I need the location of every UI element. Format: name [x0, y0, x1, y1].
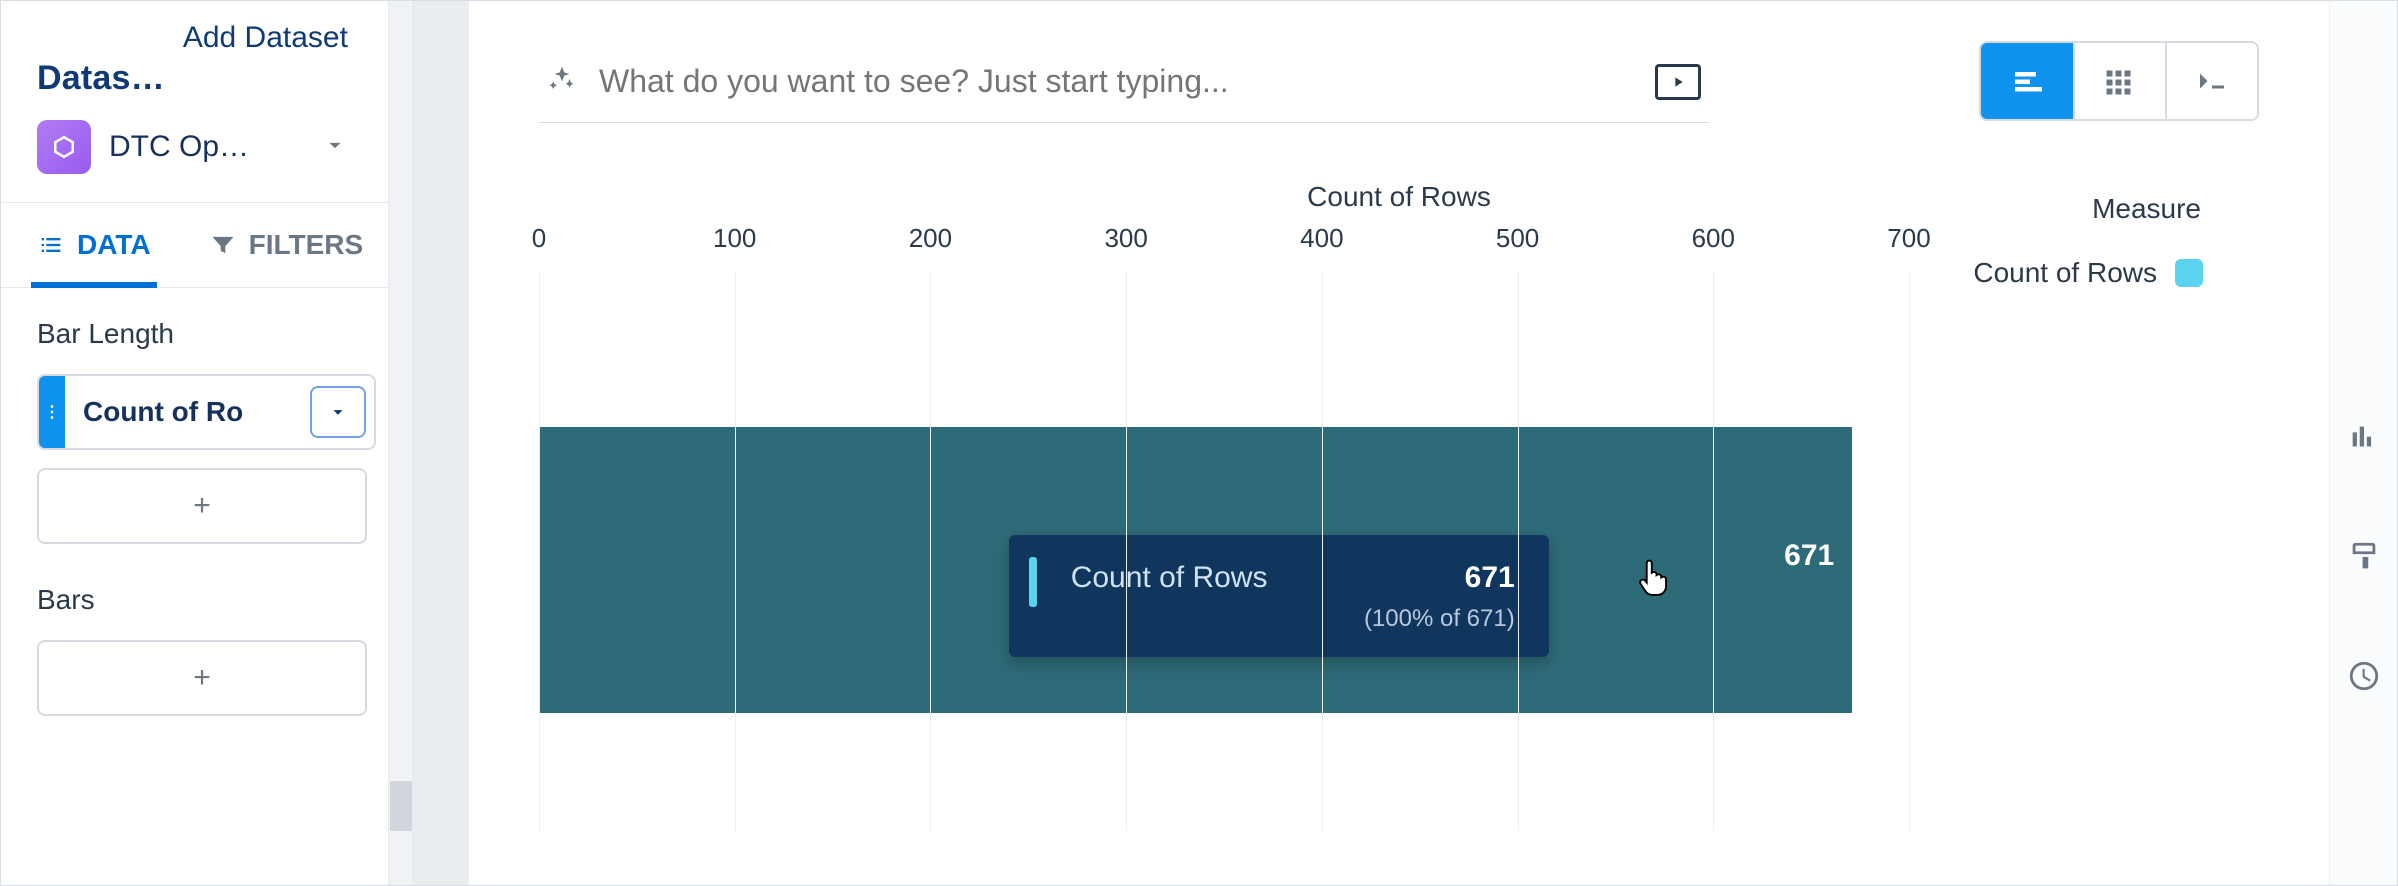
- tooltip-accent: [1029, 557, 1037, 607]
- tooltip-value: 671: [1465, 561, 1515, 595]
- canvas: Measure Count of Rows Count of Rows 0100…: [469, 1, 2329, 885]
- terminal-icon: [2194, 63, 2230, 99]
- sparkle-icon: [547, 64, 577, 99]
- add-bar-length-button[interactable]: +: [37, 468, 367, 544]
- bars-section: Bars +: [1, 554, 412, 726]
- chart-axis-title: Count of Rows: [539, 181, 2259, 213]
- grid-line: [1518, 271, 1519, 831]
- bar-chart-icon: [2347, 421, 2381, 455]
- chart-plot[interactable]: 671 Count of Rows 671 (100% of 671): [539, 271, 2259, 831]
- tab-filters[interactable]: FILTERS: [209, 203, 364, 287]
- datasets-heading: Datas…: [37, 19, 165, 98]
- tab-filters-label: FILTERS: [249, 229, 364, 261]
- add-bars-button[interactable]: +: [37, 640, 367, 716]
- grid-line: [1713, 271, 1714, 831]
- grid-line: [930, 271, 931, 831]
- axis-tick: 0: [532, 223, 546, 254]
- grid-line: [1126, 271, 1127, 831]
- axis-tick: 300: [1104, 223, 1147, 254]
- query-mode-button[interactable]: [2165, 43, 2257, 119]
- plus-icon: +: [193, 489, 211, 523]
- grid-line: [1909, 271, 1910, 831]
- format-button[interactable]: [2347, 540, 2381, 579]
- history-button[interactable]: [2347, 659, 2381, 698]
- canvas-wrap: Measure Count of Rows Count of Rows 0100…: [413, 1, 2397, 885]
- bar-length-title: Bar Length: [37, 318, 376, 350]
- tooltip-label: Count of Rows: [1071, 561, 1268, 595]
- bar-length-pill[interactable]: ⋮ Count of Ro: [37, 374, 376, 450]
- paint-roller-icon: [2347, 540, 2381, 574]
- bar-chart-icon: [2009, 63, 2045, 99]
- axis-tick: 500: [1496, 223, 1539, 254]
- bar-length-section: Bar Length ⋮ Count of Ro +: [1, 288, 412, 554]
- scroll-thumb[interactable]: [390, 781, 412, 831]
- sidebar-tabs: DATA FILTERS: [1, 202, 412, 288]
- run-query-button[interactable]: [1655, 64, 1701, 100]
- tab-data-label: DATA: [77, 229, 151, 261]
- x-axis: 0100200300400500600700: [539, 223, 2259, 267]
- grid-line: [735, 271, 736, 831]
- chart-area: Count of Rows 0100200300400500600700 671…: [539, 181, 2259, 885]
- chart-tooltip: Count of Rows 671 (100% of 671): [1009, 535, 1549, 657]
- chart-options-button[interactable]: [2347, 421, 2381, 460]
- axis-tick: 200: [909, 223, 952, 254]
- bar-length-pill-label: Count of Ro: [65, 396, 310, 428]
- view-mode-switch: [1979, 41, 2259, 121]
- bar-length-dropdown[interactable]: [310, 386, 366, 438]
- table-icon: [2102, 63, 2138, 99]
- sidebar: Datas… Add Dataset DTC Op… DATA FILTERS: [1, 1, 413, 885]
- axis-tick: 700: [1887, 223, 1930, 254]
- axis-tick: 600: [1692, 223, 1735, 254]
- chevron-down-icon: [322, 132, 348, 163]
- query-input[interactable]: [599, 63, 1633, 100]
- chart-mode-button[interactable]: [1981, 43, 2073, 119]
- grid-line: [539, 271, 540, 831]
- dataset-name: DTC Op…: [109, 130, 249, 164]
- axis-tick: 400: [1300, 223, 1343, 254]
- bar-value-label: 671: [1784, 539, 1834, 573]
- app-root: Datas… Add Dataset DTC Op… DATA FILTERS: [0, 0, 2398, 886]
- drag-handle-icon[interactable]: ⋮: [39, 376, 65, 448]
- grid-line: [1322, 271, 1323, 831]
- tab-data[interactable]: DATA: [37, 203, 151, 287]
- tooltip-subtext: (100% of 671): [1043, 605, 1515, 633]
- clock-icon: [2347, 659, 2381, 693]
- add-dataset-button[interactable]: Add Dataset: [183, 19, 348, 57]
- bars-title: Bars: [37, 584, 376, 616]
- table-mode-button[interactable]: [2073, 43, 2165, 119]
- add-dataset-label: Add Dataset: [183, 21, 348, 54]
- play-icon: [1670, 74, 1686, 90]
- right-rail: [2329, 1, 2397, 885]
- datasets-header: Datas… Add Dataset: [1, 1, 412, 108]
- axis-tick: 100: [713, 223, 756, 254]
- dataset-selector[interactable]: DTC Op…: [1, 108, 412, 202]
- dataset-icon: [37, 120, 91, 174]
- chevron-down-icon: [327, 401, 349, 423]
- query-input-wrap[interactable]: [539, 41, 1709, 123]
- sidebar-scrollbar[interactable]: [388, 1, 412, 885]
- plus-icon: +: [193, 661, 211, 695]
